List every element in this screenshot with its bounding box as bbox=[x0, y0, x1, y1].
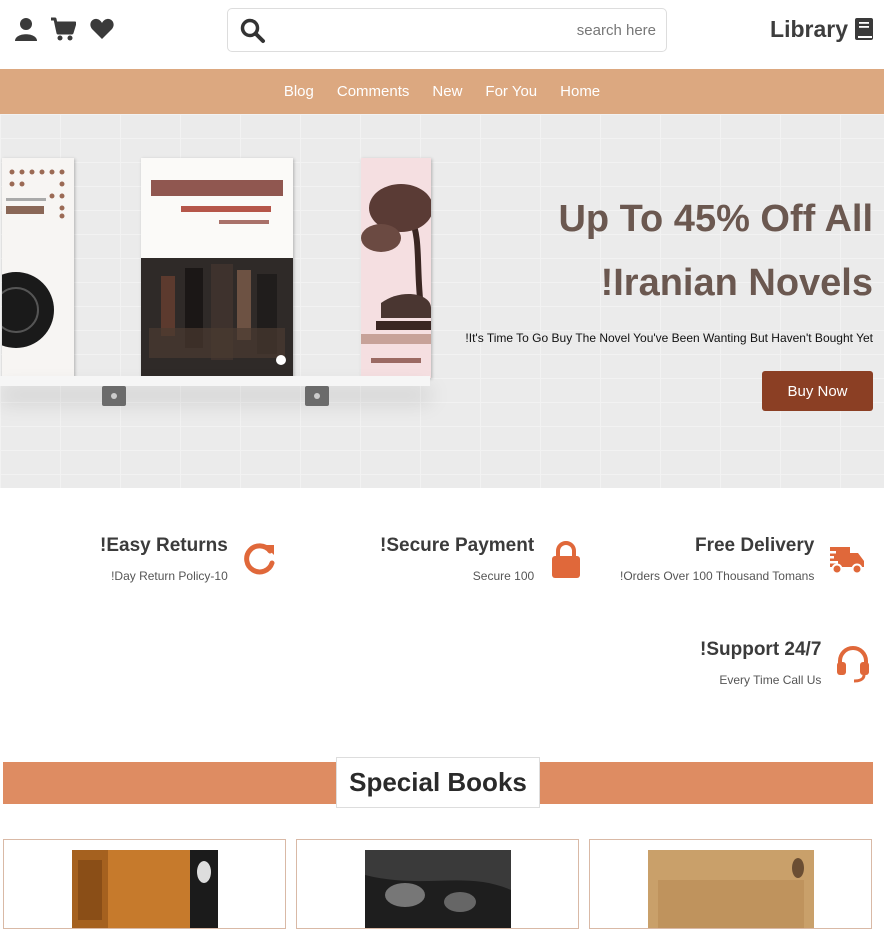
lock-icon bbox=[552, 541, 581, 578]
book-card[interactable] bbox=[296, 839, 579, 929]
book-card-image bbox=[72, 850, 218, 928]
feature-free-delivery: Free Delivery !Orders Over 100 Thousand … bbox=[620, 535, 866, 583]
hero-title-line1: Up To 45% Off All bbox=[558, 198, 873, 240]
truck-icon bbox=[826, 547, 865, 575]
feature-title: !Support 24/7 bbox=[700, 639, 822, 660]
logo-text: Library bbox=[770, 15, 848, 42]
shelf-bracket bbox=[305, 386, 329, 406]
search-icon[interactable] bbox=[240, 18, 266, 44]
feature-title: !Secure Payment bbox=[380, 535, 535, 556]
refresh-icon bbox=[243, 543, 275, 575]
feature-desc: Every Time Call Us bbox=[719, 673, 822, 687]
book-card-image bbox=[648, 850, 814, 928]
book-icon bbox=[855, 18, 873, 40]
feature-desc: !Day Return Policy-10 bbox=[111, 569, 228, 583]
hero-subtitle: !It's Time To Go Buy The Novel You've Be… bbox=[465, 331, 873, 345]
bookshelf bbox=[0, 376, 430, 386]
feature-title: Free Delivery bbox=[694, 535, 815, 556]
header: Library bbox=[0, 0, 884, 69]
nav-item-new[interactable]: New bbox=[421, 83, 474, 100]
book-cover-1[interactable] bbox=[2, 158, 74, 378]
feature-support: !Support 24/7 Every Time Call Us bbox=[700, 639, 873, 687]
headset-icon bbox=[837, 646, 870, 683]
book-card[interactable] bbox=[3, 839, 286, 929]
heart-icon[interactable] bbox=[89, 16, 115, 42]
hero-title-line2: !Iranian Novels bbox=[600, 262, 873, 304]
shelf-bracket bbox=[102, 386, 126, 406]
feature-desc: !Orders Over 100 Thousand Tomans bbox=[620, 569, 815, 583]
feature-title: !Easy Returns bbox=[100, 535, 228, 556]
feature-desc: Secure 100 bbox=[472, 569, 535, 583]
cart-icon[interactable] bbox=[50, 16, 76, 42]
user-icon[interactable] bbox=[13, 16, 39, 42]
book-card[interactable] bbox=[589, 839, 872, 929]
buy-now-button[interactable]: Buy Now bbox=[762, 371, 873, 411]
book-cover-2[interactable] bbox=[141, 158, 293, 378]
feature-secure-payment: !Secure Payment Secure 100 bbox=[380, 535, 586, 583]
hero-banner: Up To 45% Off All !Iranian Novels !It's … bbox=[0, 114, 884, 488]
feature-easy-returns: !Easy Returns !Day Return Policy-10 bbox=[100, 535, 280, 583]
nav-item-home[interactable]: Home bbox=[549, 83, 612, 100]
logo[interactable]: Library bbox=[770, 14, 874, 44]
search-input[interactable] bbox=[276, 15, 656, 45]
nav-item-comments[interactable]: Comments bbox=[325, 83, 421, 100]
book-card-image bbox=[365, 850, 511, 928]
search-bar bbox=[227, 8, 667, 52]
main-nav: Blog Comments New For You Home bbox=[0, 69, 884, 114]
nav-item-for-you[interactable]: For You bbox=[474, 83, 549, 100]
nav-item-blog[interactable]: Blog bbox=[272, 83, 325, 100]
special-books-title: Special Books bbox=[336, 757, 540, 808]
